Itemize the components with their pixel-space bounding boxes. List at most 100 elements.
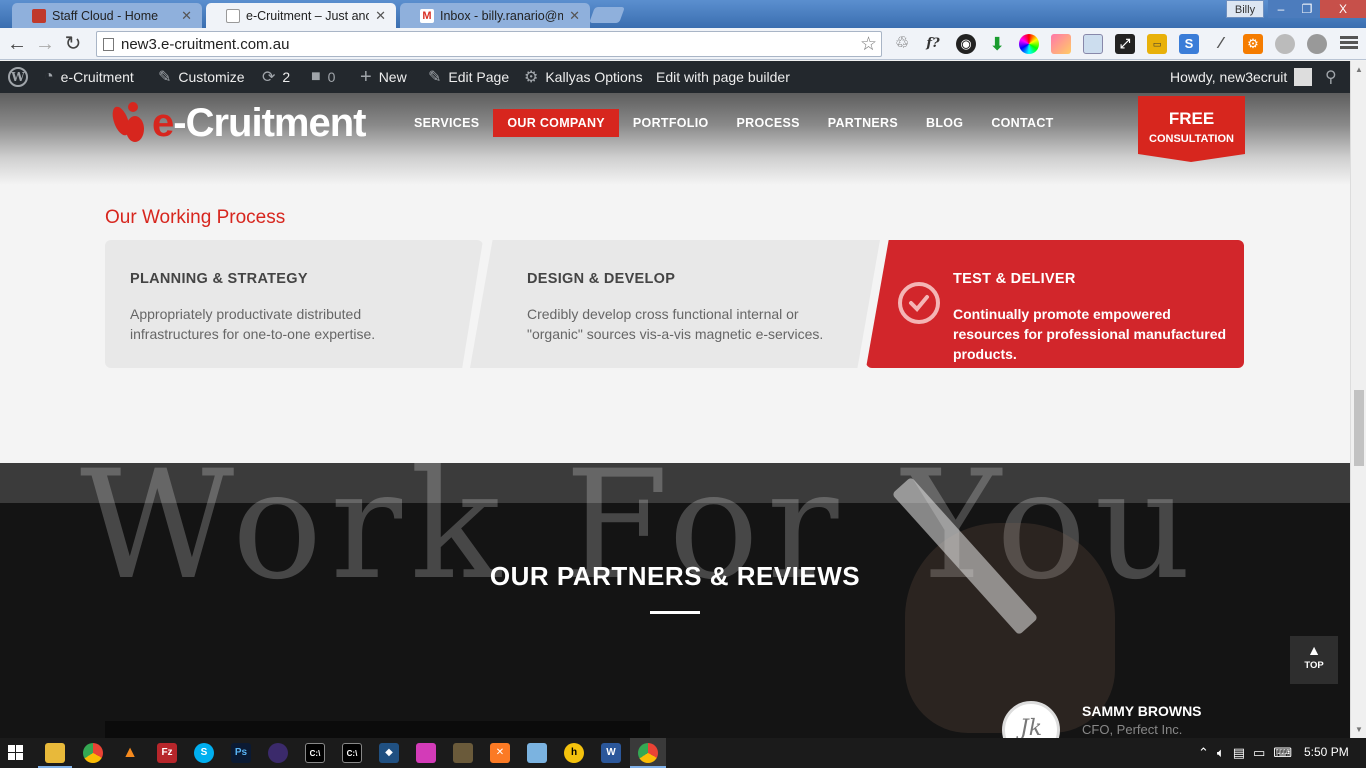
download-extension-icon[interactable]: ⬇	[987, 34, 1007, 54]
eclipse-icon[interactable]	[268, 743, 288, 763]
page-scrollbar[interactable]: ▲ ▼	[1350, 61, 1366, 738]
page-icon	[103, 38, 114, 51]
updates-count: 2	[282, 69, 291, 85]
plus-icon: +	[360, 65, 372, 88]
free-consultation-button[interactable]: FREE CONSULTATION	[1138, 96, 1245, 162]
browser-toolbar: ← → ↻ new3.e-cruitment.com.au ☆ ♲ f? ◉ ⬇…	[0, 28, 1366, 60]
skype-icon[interactable]: S	[194, 743, 214, 763]
scroll-up-icon[interactable]: ▲	[1355, 65, 1363, 74]
nav-partners[interactable]: PARTNERS	[814, 109, 912, 137]
new-label: New	[378, 69, 407, 85]
nav-our-company[interactable]: OUR COMPANY	[493, 109, 619, 137]
file-explorer-icon[interactable]	[45, 743, 65, 763]
nav-portfolio[interactable]: PORTFOLIO	[619, 109, 723, 137]
site-name: e-Cruitment	[60, 69, 134, 85]
close-icon[interactable]: ✕	[375, 8, 386, 24]
search-button[interactable]: ⚲	[1325, 61, 1337, 93]
eyedropper-extension-icon[interactable]: ⁄	[1211, 34, 1231, 54]
tab-staff-cloud[interactable]: Staff Cloud - Home ✕	[12, 3, 202, 28]
snipping-icon[interactable]	[527, 743, 547, 763]
nav-services[interactable]: SERVICES	[400, 109, 493, 137]
maximize-button[interactable]: ❐	[1294, 0, 1320, 18]
browser-titlebar: Staff Cloud - Home ✕ e-Cruitment – Just …	[0, 0, 1366, 28]
volume-icon[interactable]: 🔈︎	[1217, 745, 1225, 761]
site-logo[interactable]: e-Cruitment	[109, 101, 366, 146]
scroll-down-icon[interactable]: ▼	[1355, 725, 1363, 734]
ruler-extension-icon[interactable]: ▭	[1147, 34, 1167, 54]
pencil-icon: ✎	[428, 69, 442, 86]
cmd-icon[interactable]: C:\	[342, 743, 362, 763]
color-wheel-extension-icon[interactable]	[1019, 34, 1039, 54]
back-button[interactable]: ←	[6, 33, 28, 55]
notifications-icon[interactable]: ▭	[1253, 745, 1265, 761]
customize-link[interactable]: ✎ Customize	[158, 61, 245, 93]
page-favicon-icon	[226, 8, 240, 23]
wordpress-logo-button[interactable]: W	[8, 61, 28, 93]
notepad-icon[interactable]	[453, 743, 473, 763]
site-header: e-Cruitment SERVICES OUR COMPANY PORTFOL…	[0, 93, 1350, 185]
recycle-extension-icon[interactable]: ♲	[892, 34, 912, 54]
updates-icon: ⟳	[262, 69, 276, 86]
filezilla-icon[interactable]: Fz	[157, 743, 177, 763]
profile-button[interactable]: Billy	[1226, 0, 1264, 18]
url-text[interactable]: new3.e-cruitment.com.au	[121, 36, 289, 53]
app-icon[interactable]	[416, 743, 436, 763]
window-extension-icon[interactable]	[1083, 34, 1103, 54]
edit-page-link[interactable]: ✎ Edit Page	[428, 61, 509, 93]
chrome-menu-icon[interactable]	[1340, 34, 1358, 54]
photoshop-icon[interactable]: Ps	[231, 743, 251, 763]
tab-inbox[interactable]: M Inbox - billy.ranario@mus ✕	[400, 3, 590, 28]
sourcetree-icon[interactable]: ◆	[379, 743, 399, 763]
forward-button[interactable]: →	[34, 33, 56, 55]
new-tab-button[interactable]	[589, 7, 625, 23]
reload-button[interactable]: ↻	[62, 33, 84, 55]
cmd-icon[interactable]: C:\	[305, 743, 325, 763]
nav-blog[interactable]: BLOG	[912, 109, 977, 137]
page-builder-link[interactable]: Edit with page builder	[656, 61, 790, 93]
vlc-icon[interactable]: ▲	[120, 743, 140, 763]
close-icon[interactable]: ✕	[569, 8, 580, 24]
chevron-up-icon: ▲	[1307, 642, 1321, 658]
cloud-extension-icon[interactable]	[1307, 34, 1327, 54]
clock[interactable]: 5:50 PM	[1304, 745, 1349, 759]
top-label: TOP	[1304, 660, 1324, 671]
updates-link[interactable]: ⟳ 2	[262, 61, 290, 93]
close-icon[interactable]: ✕	[181, 8, 192, 24]
colorpicker-extension-icon[interactable]: ◉	[956, 34, 976, 54]
tab-e-cruitment[interactable]: e-Cruitment – Just anothe ✕	[206, 3, 396, 28]
chrome-icon[interactable]	[638, 743, 658, 763]
chevron-up-icon[interactable]: ⌃	[1198, 745, 1209, 761]
word-icon[interactable]: W	[601, 743, 621, 763]
staff-cloud-favicon-icon	[32, 8, 46, 23]
site-name-link[interactable]: ◔ e-Cruitment	[44, 61, 134, 93]
gray-extension-icon[interactable]	[1275, 34, 1295, 54]
process-step-test: TEST & DELIVER Continually promote empow…	[866, 240, 1244, 368]
page-viewport: e-Cruitment SERVICES OUR COMPANY PORTFOL…	[0, 93, 1350, 738]
new-content-link[interactable]: + New	[360, 61, 407, 93]
minimize-button[interactable]: –	[1268, 0, 1294, 18]
comments-link[interactable]: ■ 0	[311, 61, 335, 93]
s-extension-icon[interactable]: S	[1179, 34, 1199, 54]
customize-label: Customize	[178, 69, 245, 85]
chrome-icon[interactable]	[83, 743, 103, 763]
close-window-button[interactable]: X	[1320, 0, 1366, 18]
nav-contact[interactable]: CONTACT	[977, 109, 1067, 137]
gmail-favicon-icon: M	[420, 8, 434, 23]
nav-process[interactable]: PROCESS	[723, 109, 814, 137]
keyboard-icon[interactable]: ⌨	[1273, 745, 1292, 761]
network-icon[interactable]: ▤	[1233, 745, 1245, 761]
scrollbar-thumb[interactable]	[1354, 390, 1364, 466]
hubspot-extension-icon[interactable]: ⚙	[1243, 34, 1263, 54]
xampp-icon[interactable]: ✕	[490, 743, 510, 763]
kallyas-options-link[interactable]: ⚙ Kallyas Options	[524, 61, 643, 93]
windows-start-icon[interactable]	[8, 745, 24, 761]
bookmark-star-icon[interactable]: ☆	[860, 33, 877, 56]
hamachi-icon[interactable]: h	[564, 743, 584, 763]
account-menu[interactable]: Howdy, new3ecruit	[1170, 61, 1313, 93]
address-bar[interactable]: new3.e-cruitment.com.au ☆	[96, 31, 882, 57]
resize-extension-icon[interactable]: ⤢	[1115, 34, 1135, 54]
check-circle-icon	[898, 282, 940, 324]
font-extension-icon[interactable]: f?	[923, 34, 943, 54]
palette-extension-icon[interactable]	[1051, 34, 1071, 54]
back-to-top-button[interactable]: ▲ TOP	[1290, 636, 1338, 684]
